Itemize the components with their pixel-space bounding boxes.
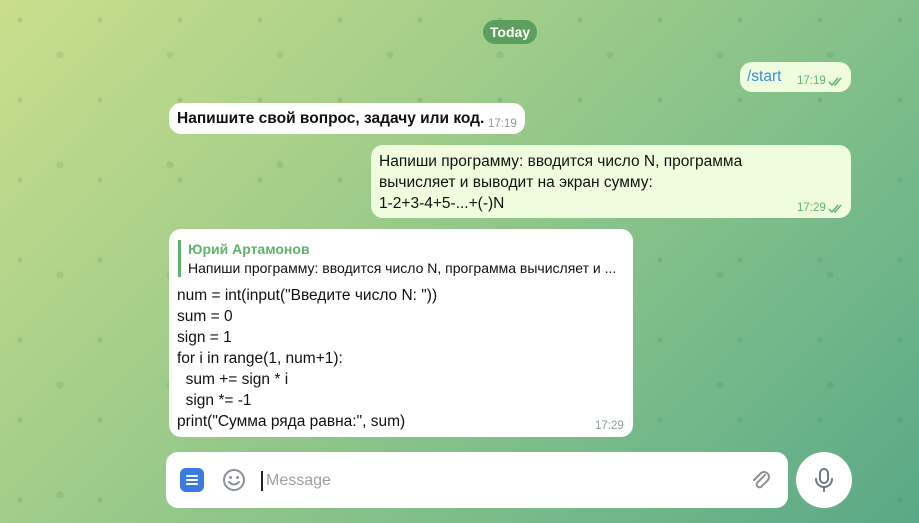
- message-time: 17:19: [797, 75, 826, 87]
- message-bubble-incoming[interactable]: Юрий Артамонов Напиши программу: вводитс…: [169, 229, 633, 437]
- text-cursor: [261, 471, 263, 491]
- message-bubble-outgoing[interactable]: Напиши программу: вводится число N, прог…: [371, 145, 851, 218]
- message-input[interactable]: [264, 467, 738, 495]
- paperclip-icon[interactable]: [748, 467, 774, 493]
- message-line: вычисляет и выводит на экран сумму:: [379, 174, 653, 191]
- message-time: 17:29: [595, 420, 624, 432]
- message-bubble-incoming[interactable]: Напишите свой вопрос, задачу или код. 17…: [169, 103, 525, 134]
- double-check-icon: [828, 77, 842, 87]
- message-bubble-outgoing[interactable]: /start 17:19: [740, 62, 851, 92]
- command-link[interactable]: /start: [747, 68, 781, 86]
- reply-text: Напиши программу: вводится число N, прог…: [188, 260, 617, 276]
- double-check-icon: [828, 204, 842, 214]
- message-text: Напиши программу: вводится число N, прог…: [379, 151, 789, 214]
- message-text: Напишите свой вопрос, задачу или код.: [177, 110, 485, 127]
- message-composer: [166, 452, 788, 508]
- message-time: 17:19: [488, 118, 517, 130]
- message-line: 1-2+3-4+5-...+(-)N: [379, 195, 505, 212]
- voice-record-button[interactable]: [796, 452, 852, 508]
- code-block: num = int(input("Введите число N: ")) su…: [177, 287, 438, 430]
- emoji-icon[interactable]: [221, 467, 247, 493]
- date-divider: Today: [483, 20, 537, 44]
- reply-quote[interactable]: Юрий Артамонов Напиши программу: вводитс…: [178, 240, 638, 277]
- menu-button[interactable]: [180, 468, 204, 492]
- reply-author: Юрий Артамонов: [188, 241, 310, 257]
- microphone-icon: [815, 468, 833, 492]
- message-line: Напиши программу: вводится число N, прог…: [379, 153, 743, 170]
- menu-icon: [186, 475, 198, 485]
- message-time: 17:29: [797, 202, 826, 214]
